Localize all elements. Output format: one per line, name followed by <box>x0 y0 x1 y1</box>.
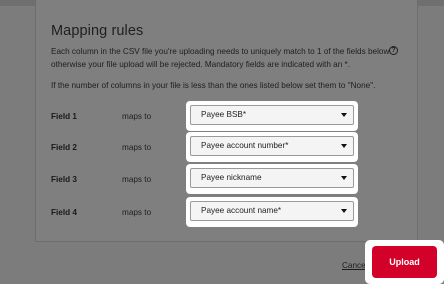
mapping-row: Field 3 maps to Payee nickname <box>0 164 444 194</box>
chevron-down-icon <box>341 144 347 148</box>
field-1-select[interactable]: Payee BSB* <box>190 105 354 125</box>
field-label: Field 2 <box>51 143 77 152</box>
maps-to-label: maps to <box>122 208 152 217</box>
mapping-row: Field 1 maps to Payee BSB* <box>0 101 444 131</box>
section-note: If the number of columns in your file is… <box>51 81 376 90</box>
select-value: Payee account name* <box>201 206 282 215</box>
maps-to-label: maps to <box>122 175 152 184</box>
field-label: Field 4 <box>51 208 77 217</box>
select-value: Payee nickname <box>201 173 262 182</box>
field-3-select-highlight: Payee nickname <box>186 164 358 194</box>
section-title: Mapping rules <box>51 23 144 39</box>
chevron-down-icon <box>341 176 347 180</box>
mapping-rules-screen: Mapping rules Each column in the CSV fil… <box>0 0 444 284</box>
select-value: Payee BSB* <box>201 110 247 119</box>
field-label: Field 1 <box>51 112 77 121</box>
chevron-down-icon <box>341 113 347 117</box>
section-description: Each column in the CSV file you're uploa… <box>51 47 390 69</box>
field-2-select-highlight: Payee account number* <box>186 132 358 162</box>
field-4-select-highlight: Payee account name* <box>186 197 358 227</box>
field-2-select[interactable]: Payee account number* <box>190 136 354 156</box>
maps-to-label: maps to <box>122 143 152 152</box>
cancel-link[interactable]: Cancel <box>342 261 368 270</box>
field-1-select-highlight: Payee BSB* <box>186 101 358 131</box>
mapping-row: Field 2 maps to Payee account number* <box>0 132 444 162</box>
help-icon[interactable]: ? <box>389 46 398 55</box>
select-value: Payee account number* <box>201 141 289 150</box>
chevron-down-icon <box>341 209 347 213</box>
mapping-row: Field 4 maps to Payee account name* <box>0 197 444 227</box>
field-label: Field 3 <box>51 175 77 184</box>
field-3-select[interactable]: Payee nickname <box>190 168 354 188</box>
upload-button-highlight: Upload <box>365 240 444 284</box>
upload-button[interactable]: Upload <box>372 246 437 278</box>
field-4-select[interactable]: Payee account name* <box>190 201 354 221</box>
maps-to-label: maps to <box>122 112 152 121</box>
